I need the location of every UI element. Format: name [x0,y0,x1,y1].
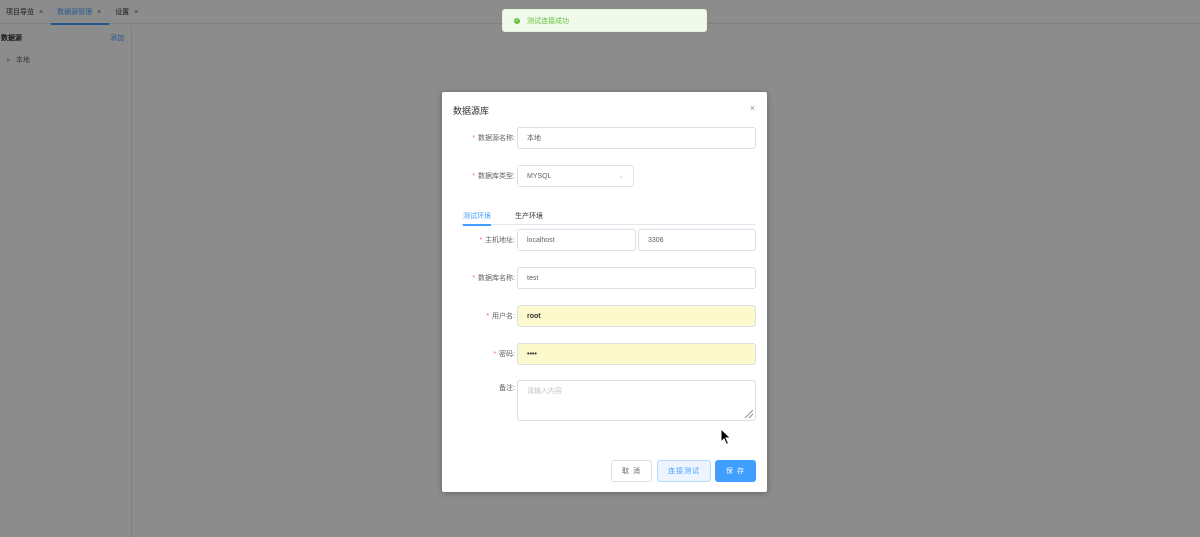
close-icon[interactable]: × [750,104,755,113]
form-label: * 主机地址: [479,229,515,251]
form-label: * 密码: [493,343,515,365]
required-mark: * [472,172,476,180]
database-name-input[interactable]: test [517,267,756,289]
form-row-database: * 数据库名称: test [442,267,767,289]
required-mark: * [479,236,483,244]
toast-message: 测试连接成功 [527,17,569,25]
cancel-button[interactable]: 取 消 [611,460,652,482]
test-connection-button[interactable]: 连接测试 [657,460,711,482]
tab-test-env[interactable]: 测试环境 [463,206,491,226]
select-value: MYSQL [527,172,552,180]
form-row-name: * 数据源名称: 本地 [442,127,767,149]
form-label: * 数据源名称: [472,127,515,149]
form-row-host: * 主机地址: localhost 3306 [442,229,767,251]
label-text: 用户名: [492,313,515,320]
port-input[interactable]: 3306 [638,229,756,251]
success-toast: ✓ 测试连接成功 [502,9,707,32]
tab-prod-env[interactable]: 生产环境 [515,206,543,225]
form-label: 备注: [499,380,515,396]
form-row-password: * 密码: •••• [442,343,767,365]
form-row-db-type: * 数据库类型: MYSQL ⌄ [442,165,767,187]
form-row-username: * 用户名: root [442,305,767,327]
host-input[interactable]: localhost [517,229,636,251]
save-button[interactable]: 保 存 [715,460,756,482]
db-type-select[interactable]: MYSQL ⌄ [517,165,634,187]
env-tabs: 测试环境 生产环境 [461,206,756,226]
required-mark: * [486,312,490,320]
label-text: 数据库类型: [478,173,515,180]
resize-handle-icon[interactable] [745,410,753,418]
textarea-placeholder: 请输入内容 [527,388,562,395]
label-text: 密码: [499,351,515,358]
label-text: 数据库名称: [478,275,515,282]
form-label: * 数据库类型: [472,165,515,187]
form-label: * 数据库名称: [472,267,515,289]
required-mark: * [493,350,497,358]
label-text: 备注: [499,385,515,392]
dialog-title: 数据源库 [453,106,490,116]
chevron-down-icon: ⌄ [618,173,624,180]
password-input[interactable]: •••• [517,343,756,365]
required-mark: * [472,134,476,142]
remark-textarea[interactable]: 请输入内容 [517,380,756,421]
datasource-dialog: 数据源库 × * 数据源名称: 本地 * 数据库类型: MYSQL ⌄ 测试环境 生… [442,92,767,492]
form-row-remark: 备注: 请输入内容 [442,380,767,421]
form-label: * 用户名: [486,305,515,327]
required-mark: * [472,274,476,282]
label-text: 主机地址: [485,237,515,244]
mouse-cursor-icon [720,428,732,446]
username-input[interactable]: root [517,305,756,327]
datasource-name-input[interactable]: 本地 [517,127,756,149]
check-circle-icon: ✓ [514,17,520,24]
label-text: 数据源名称: [478,135,515,142]
